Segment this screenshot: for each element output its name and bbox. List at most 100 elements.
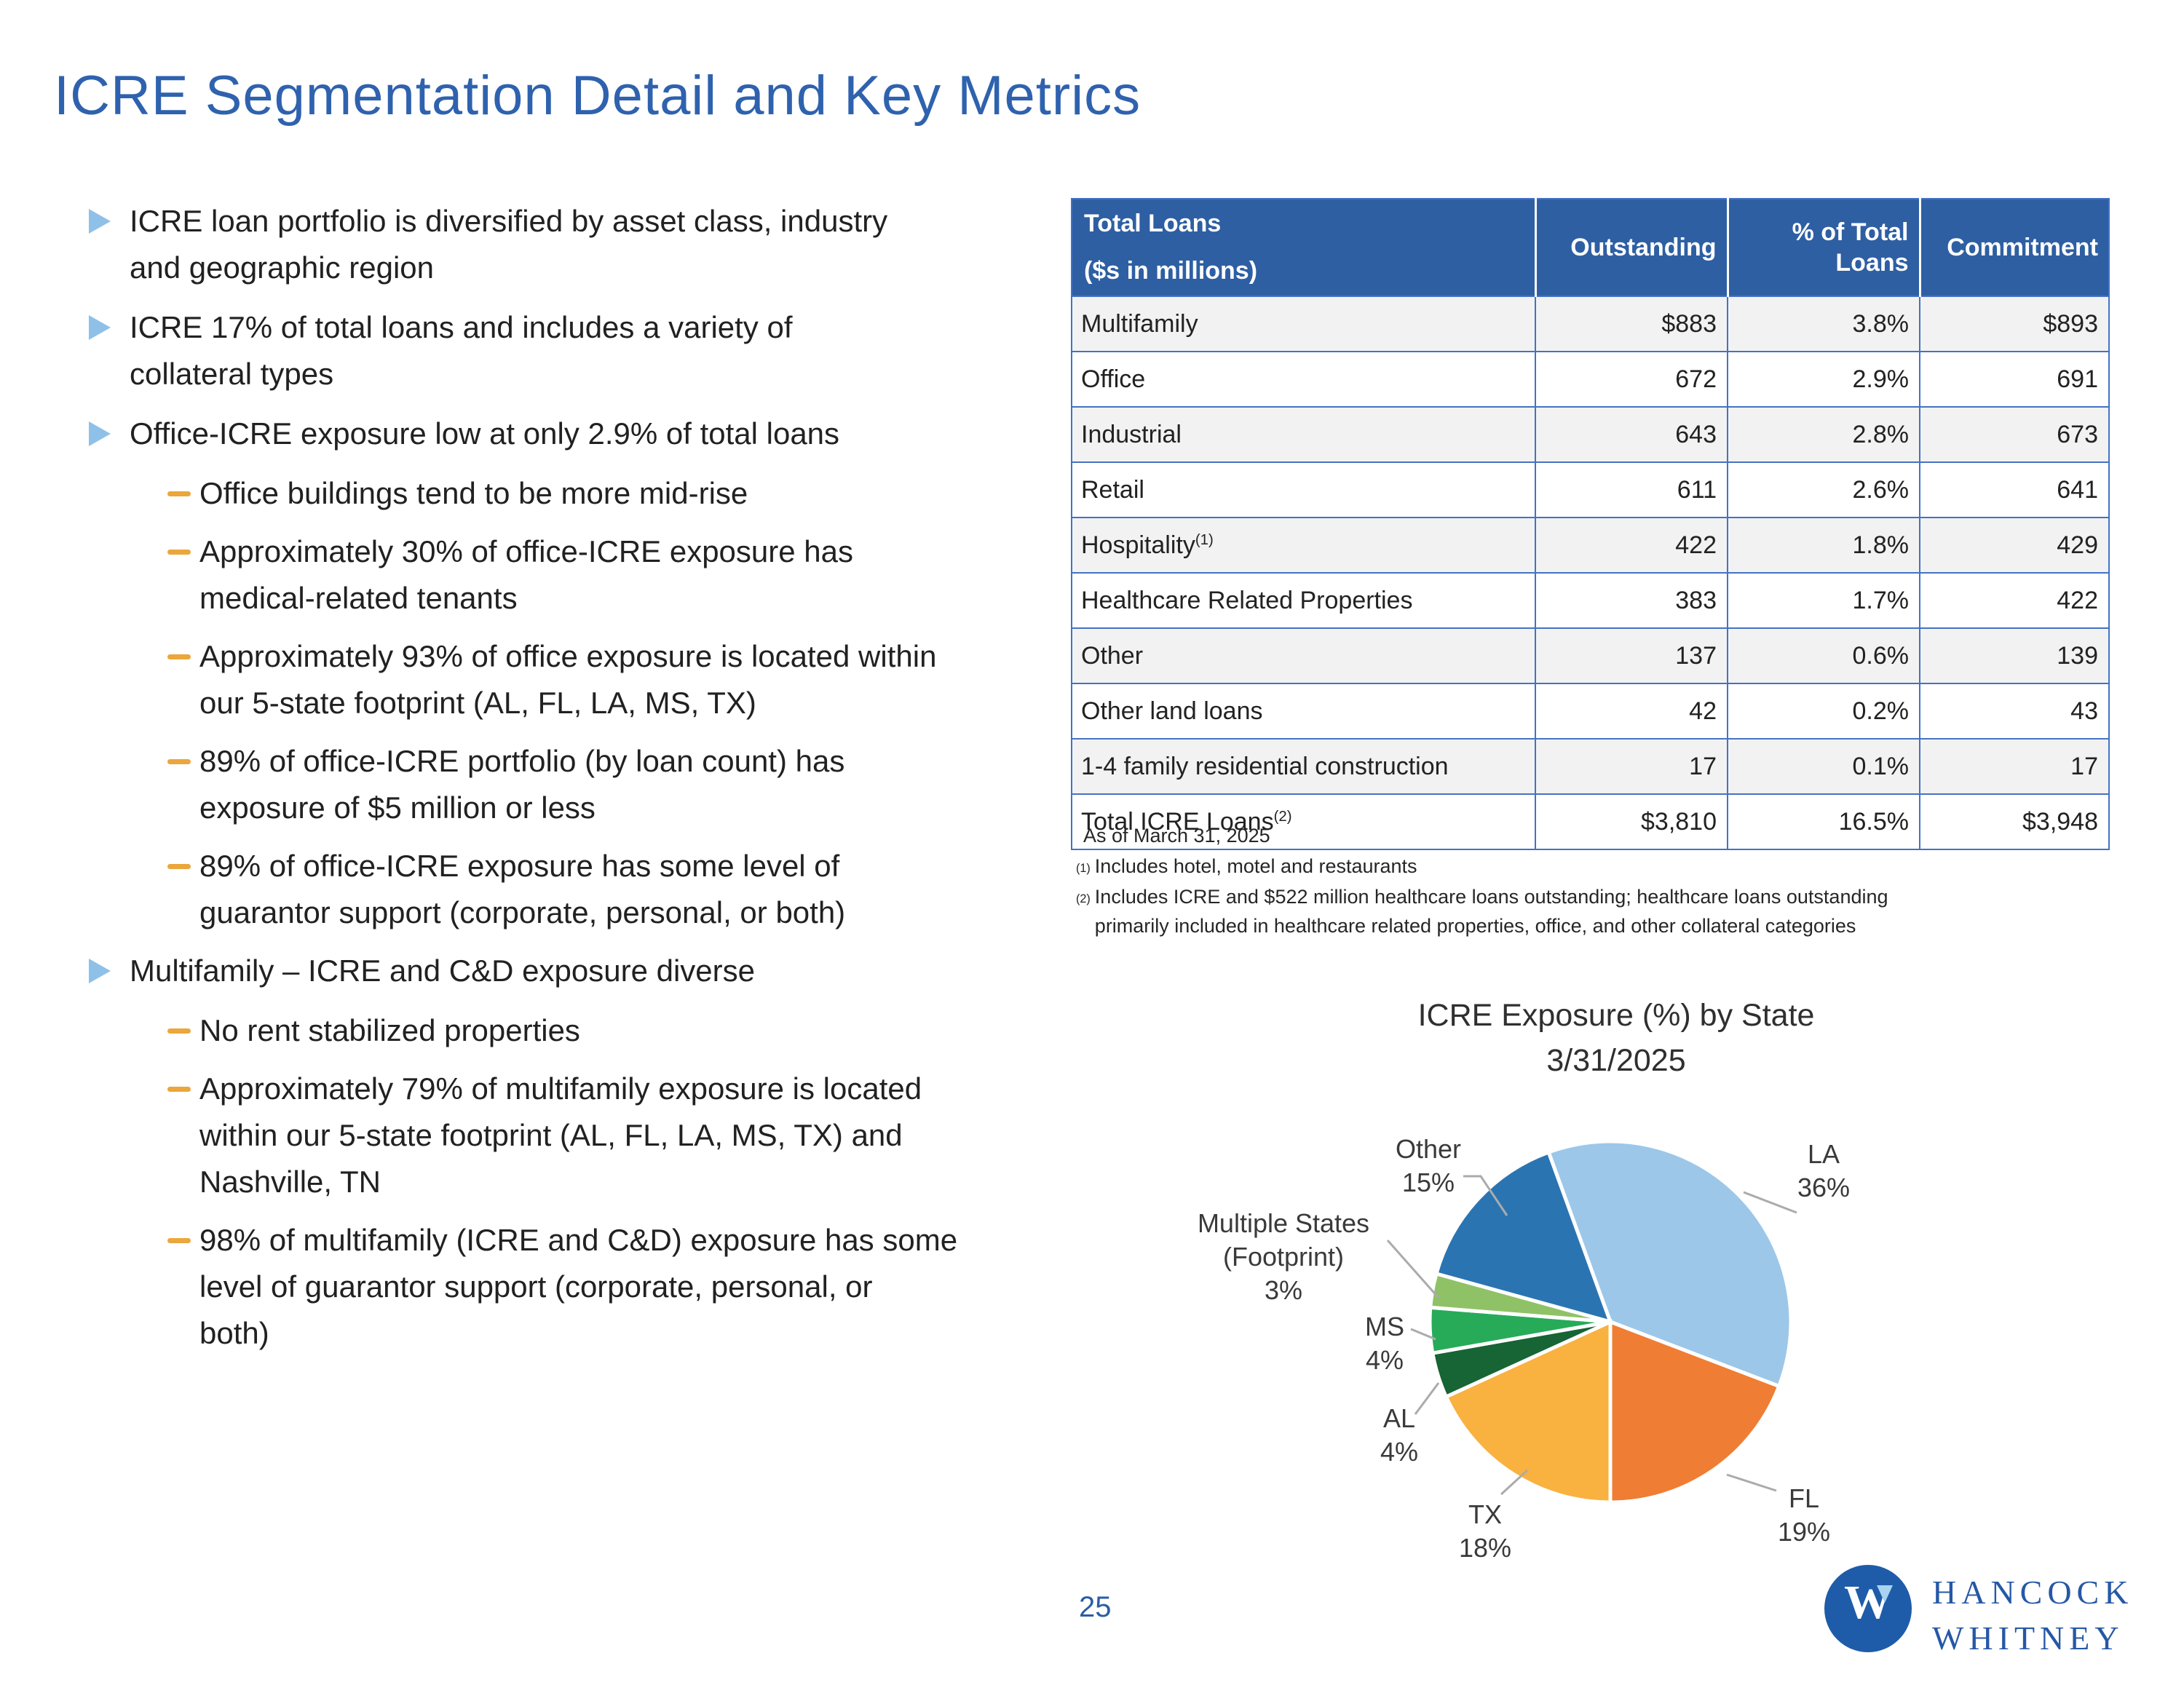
cell-pct-of-total: 2.8% <box>1728 407 1920 462</box>
bullet-arrow-icon <box>89 209 111 234</box>
logo-line2: WHITNEY <box>1932 1615 2133 1661</box>
logo-monogram: W <box>1824 1575 1912 1630</box>
cell-pct-of-total: 2.9% <box>1728 352 1920 407</box>
bullet-item: ICRE loan portfolio is diversified by as… <box>86 198 1076 291</box>
pie-chart-title: ICRE Exposure (%) by State 3/31/2025 <box>1361 993 1871 1083</box>
bullet-dash-icon <box>167 1087 191 1092</box>
pie-label-la: LA36% <box>1797 1138 1850 1205</box>
footnote-text: Includes hotel, motel and restaurants <box>1095 852 1417 881</box>
header-total-loans: Total Loans ($s in millions) <box>1072 199 1535 296</box>
cell-pct-of-total: 1.8% <box>1728 518 1920 573</box>
bullet-text-line: guarantor support (corporate, personal, … <box>199 889 1076 936</box>
bullet-text-line: Approximately 93% of office exposure is … <box>199 633 1076 680</box>
cell-commitment: 17 <box>1920 739 2109 794</box>
header-total-loans-line1: Total Loans <box>1084 210 1221 238</box>
page-title: ICRE Segmentation Detail and Key Metrics <box>54 64 1141 127</box>
cell-pct-of-total: 1.7% <box>1728 573 1920 628</box>
bullet-text-line: Multifamily – ICRE and C&D exposure dive… <box>130 948 1076 994</box>
footnote-text: As of March 31, 2025 <box>1083 821 1270 850</box>
bullet-arrow-icon <box>89 421 111 446</box>
bullet-text-line: 98% of multifamily (ICRE and C&D) exposu… <box>199 1217 1076 1264</box>
bullet-item: ICRE 17% of total loans and includes a v… <box>86 304 1076 397</box>
bullet-text-line: Approximately 30% of office-ICRE exposur… <box>199 528 1076 575</box>
bullet-item: Approximately 30% of office-ICRE exposur… <box>167 528 1076 622</box>
table-body: Multifamily$8833.8%$893Office6722.9%691I… <box>1072 296 2109 849</box>
table-row: Retail6112.6%641 <box>1072 462 2109 518</box>
table-footnotes: As of March 31, 2025 (1) Includes hotel, m… <box>1076 821 2124 942</box>
footnote-text: Includes ICRE and $522 million healthcar… <box>1095 882 1888 940</box>
row-label: 1-4 family residential construction <box>1072 739 1535 794</box>
table-row: Healthcare Related Properties3831.7%422 <box>1072 573 2109 628</box>
logo-wordmark: HANCOCK WHITNEY <box>1932 1569 2133 1661</box>
bullet-item: Office buildings tend to be more mid-ris… <box>167 470 1076 517</box>
cell-outstanding: 611 <box>1535 462 1728 518</box>
footnote: (1) Includes hotel, motel and restaurants <box>1076 852 2124 881</box>
bullet-arrow-icon <box>89 315 111 340</box>
loans-table: Total Loans ($s in millions) Outstanding… <box>1071 198 2110 850</box>
bullet-text-line: medical-related tenants <box>199 575 1076 622</box>
footnote: (2) Includes ICRE and $522 million health… <box>1076 882 2124 940</box>
bullet-text-line: 89% of office-ICRE exposure has some lev… <box>199 843 1076 889</box>
bullet-text-line: ICRE loan portfolio is diversified by as… <box>130 198 1076 245</box>
row-label: Hospitality(1) <box>1072 518 1535 573</box>
footnote-sup: (2) <box>1076 884 1091 913</box>
table-row: Office6722.9%691 <box>1072 352 2109 407</box>
bullet-item: Multifamily – ICRE and C&D exposure dive… <box>86 948 1076 994</box>
page-number: 25 <box>1079 1591 1112 1624</box>
footnote-sup: (1) <box>1076 854 1091 883</box>
table-row: Other1370.6%139 <box>1072 628 2109 683</box>
bullet-dash-icon <box>167 864 191 869</box>
cell-commitment: 429 <box>1920 518 2109 573</box>
bullet-item: Approximately 93% of office exposure is … <box>167 633 1076 726</box>
row-label: Office <box>1072 352 1535 407</box>
pie-label-multiple-states-footprint-: Multiple States(Footprint)3% <box>1198 1207 1369 1307</box>
cell-pct-of-total: 3.8% <box>1728 296 1920 352</box>
bullet-text-line: exposure of $5 million or less <box>199 785 1076 831</box>
bullet-item: Office-ICRE exposure low at only 2.9% of… <box>86 411 1076 457</box>
cell-outstanding: 42 <box>1535 683 1728 739</box>
cell-commitment: 691 <box>1920 352 2109 407</box>
cell-pct-of-total: 2.6% <box>1728 462 1920 518</box>
header-total-loans-line2: ($s in millions) <box>1084 257 1257 285</box>
row-label: Other land loans <box>1072 683 1535 739</box>
pie-title-line1: ICRE Exposure (%) by State <box>1361 993 1871 1038</box>
cell-outstanding: 137 <box>1535 628 1728 683</box>
leader-line <box>1388 1240 1439 1298</box>
bullet-item: 89% of office-ICRE portfolio (by loan co… <box>167 738 1076 831</box>
bullet-text-line: Office-ICRE exposure low at only 2.9% of… <box>130 411 1076 457</box>
bullet-text-line: 89% of office-ICRE portfolio (by loan co… <box>199 738 1076 785</box>
table-header-row: Total Loans ($s in millions) Outstanding… <box>1072 199 2109 296</box>
bullet-text-line: No rent stabilized properties <box>199 1007 1076 1054</box>
bullet-text-line: and geographic region <box>130 245 1076 291</box>
bullet-text-line: level of guarantor support (corporate, p… <box>199 1264 1076 1310</box>
bullet-text-line: ICRE 17% of total loans and includes a v… <box>130 304 1076 351</box>
bullet-text-line: both) <box>199 1310 1076 1357</box>
header-outstanding: Outstanding <box>1535 199 1728 296</box>
cell-commitment: 139 <box>1920 628 2109 683</box>
cell-outstanding: 643 <box>1535 407 1728 462</box>
bullet-text-line: within our 5-state footprint (AL, FL, LA… <box>199 1112 1076 1159</box>
table-row: Hospitality(1)4221.8%429 <box>1072 518 2109 573</box>
bullet-arrow-icon <box>89 959 111 983</box>
bullet-dash-icon <box>167 550 191 555</box>
footnote: As of March 31, 2025 <box>1076 821 2124 850</box>
row-label: Healthcare Related Properties <box>1072 573 1535 628</box>
cell-commitment: $893 <box>1920 296 2109 352</box>
row-label: Multifamily <box>1072 296 1535 352</box>
bullet-text-line: Office buildings tend to be more mid-ris… <box>199 470 1076 517</box>
bullet-item: 89% of office-ICRE exposure has some lev… <box>167 843 1076 936</box>
cell-outstanding: 17 <box>1535 739 1728 794</box>
leader-line <box>1415 1383 1439 1414</box>
cell-commitment: 43 <box>1920 683 2109 739</box>
header-pct-line1: % of Total <box>1729 217 1909 247</box>
header-pct-of-total: % of Total Loans <box>1728 199 1920 296</box>
cell-commitment: 641 <box>1920 462 2109 518</box>
pie-title-line2: 3/31/2025 <box>1361 1038 1871 1083</box>
bullet-item: Approximately 79% of multifamily exposur… <box>167 1066 1076 1205</box>
cell-commitment: 422 <box>1920 573 2109 628</box>
cell-outstanding: 672 <box>1535 352 1728 407</box>
bullet-text-line: Approximately 79% of multifamily exposur… <box>199 1066 1076 1112</box>
bullet-dash-icon <box>167 1028 191 1034</box>
cell-outstanding: 422 <box>1535 518 1728 573</box>
cell-outstanding: 383 <box>1535 573 1728 628</box>
